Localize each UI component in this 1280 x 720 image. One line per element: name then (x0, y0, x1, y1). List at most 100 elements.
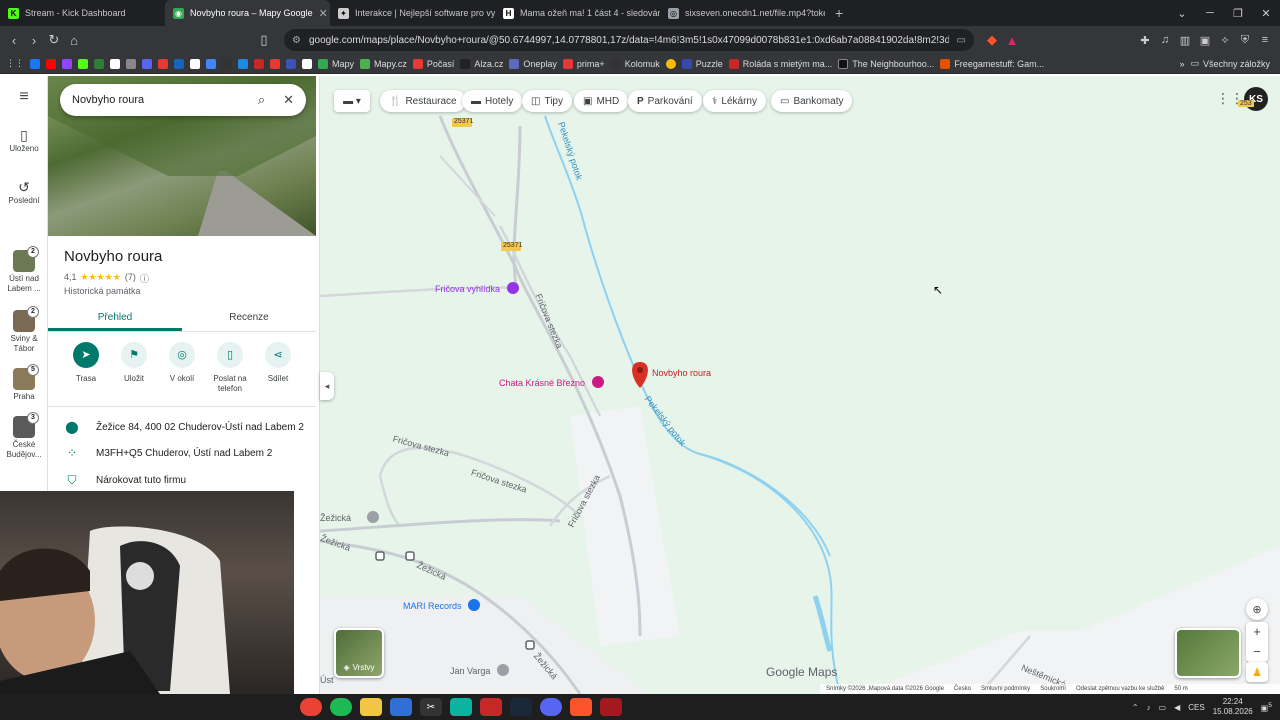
link-terms[interactable]: Smluvní podmínky (981, 686, 1030, 692)
bookmark-icon[interactable] (238, 58, 248, 69)
minimize-icon[interactable]: ─ (1196, 0, 1224, 26)
recent-place-praha[interactable]: 5 Praha (0, 364, 48, 402)
forward-icon[interactable]: › (24, 33, 44, 48)
link-country[interactable]: Česko (954, 686, 971, 692)
bookmark-icon[interactable] (222, 58, 232, 69)
search-input[interactable]: Novbyho roura (72, 94, 144, 106)
tab-overview[interactable]: Přehled (48, 306, 182, 331)
youtube-icon[interactable] (46, 58, 56, 69)
bookmark-icon[interactable] (174, 58, 184, 69)
nearby-button[interactable]: ◎ V okolí (158, 342, 206, 384)
recent-place-budejovice[interactable]: 3 České Budějov... (0, 412, 48, 460)
poi-label-mari[interactable]: MARI Records (403, 601, 462, 611)
map-type-toggle[interactable]: ▬ ▾ (334, 90, 370, 112)
bookmark-kolomuk[interactable]: Kolomuk (610, 58, 660, 69)
app-taskbar-icon[interactable] (600, 698, 622, 716)
media-icon[interactable]: ♫ (1158, 33, 1172, 47)
restore-icon[interactable]: ❐ (1224, 0, 1252, 26)
recent-place-sviny[interactable]: 2 Sviny & Tábor (0, 306, 48, 354)
chart-icon[interactable] (94, 58, 104, 69)
share-button[interactable]: ⋖ Sdílet (254, 342, 302, 384)
new-tab-button[interactable]: + (825, 0, 853, 26)
tab-interakce[interactable]: ✦ Interakce | Nejlepší software pro vyle (330, 0, 495, 26)
map-pin-label[interactable]: Novbyho roura (652, 368, 711, 378)
bookmark-chrome[interactable] (665, 58, 676, 69)
filter-tips[interactable]: ◫ Tipy (522, 90, 572, 112)
explorer-taskbar-icon[interactable] (360, 698, 382, 716)
zoom-in-button[interactable]: + (1246, 622, 1268, 642)
tab-google-maps[interactable]: ◉ Novbyho roura – Mapy Google ✕ (165, 0, 330, 26)
save-button[interactable]: ⚑ Uložit (110, 342, 158, 384)
scale-label[interactable]: 50 m (1174, 686, 1187, 692)
review-count[interactable]: (7) (125, 272, 136, 285)
poi-label-vyhlidka[interactable]: Fričova vyhlídka (435, 284, 500, 294)
bookmark-icon[interactable] (206, 58, 216, 69)
filter-pharmacies[interactable]: ⚕ Lékárny (703, 90, 766, 112)
poi-label-zezicka[interactable]: Žežická (320, 513, 351, 523)
brave-taskbar-icon[interactable] (570, 698, 592, 716)
wallet-icon[interactable]: ▣ (1198, 33, 1212, 47)
pegman-icon[interactable]: ♟ (1246, 662, 1268, 682)
leo-icon[interactable]: ✧ (1218, 33, 1232, 47)
search-icon[interactable]: ⌕ (258, 92, 265, 108)
link-feedback[interactable]: Odeslat zpětnou vazbu ke službě (1076, 686, 1164, 692)
zoom-out-button[interactable]: − (1246, 642, 1268, 662)
saved-button[interactable]: ▯ Uloženo (0, 128, 48, 154)
bookmark-pocasi[interactable]: Počasí (412, 58, 454, 69)
kick-bookmark-icon[interactable] (78, 58, 88, 69)
bookmark-freegamestuff[interactable]: Freegamestuff: Gam... (940, 58, 1044, 69)
plus-code-row[interactable]: ⁘ M3FH+Q5 Chuderov, Ústí nad Labem 2 (48, 440, 316, 466)
bookmark-icon[interactable] (270, 58, 280, 69)
spotify-taskbar-icon[interactable] (330, 698, 352, 716)
back-icon[interactable]: ‹ (4, 33, 24, 48)
sidebar-icon[interactable]: ▥ (1178, 33, 1192, 47)
brave-shield-icon[interactable]: ◆ (982, 32, 1002, 48)
reload-icon[interactable]: ↻ (44, 32, 64, 48)
capcut-taskbar-icon[interactable]: ✂ (420, 698, 442, 716)
filter-transit[interactable]: ▣ MHD (574, 90, 629, 112)
collapse-panel-icon[interactable]: ◂ (320, 372, 334, 400)
url-field[interactable]: ⚙ google.com/maps/place/Novbyho+roura/@5… (284, 29, 974, 51)
all-bookmarks[interactable]: ▭ Všechny záložky (1190, 58, 1280, 69)
app-taskbar-icon[interactable] (480, 698, 502, 716)
vpn-icon[interactable]: ⛨ (1238, 33, 1252, 47)
bookmark-icon[interactable] (302, 58, 312, 69)
close-icon[interactable]: ✕ (283, 92, 294, 108)
place-category[interactable]: Historická památka (64, 286, 141, 296)
discord-taskbar-icon[interactable] (540, 698, 562, 716)
menu-hamburger-icon[interactable]: ≡ (0, 89, 48, 105)
address-row[interactable]: ⬤ Žežice 84, 400 02 Chuderov-Ústí nad La… (48, 414, 316, 440)
bookmark-mapy[interactable]: Mapy (318, 58, 354, 69)
filter-parking[interactable]: P Parkování (628, 90, 702, 112)
info-icon[interactable]: ⓘ (140, 272, 149, 285)
speaker-icon[interactable]: ◀ (1174, 703, 1180, 712)
poi-label-chata[interactable]: Chata Krásné Březno (499, 378, 585, 388)
extensions-icon[interactable]: ✚ (1138, 33, 1152, 47)
menu-icon[interactable]: ≡ (1258, 33, 1272, 47)
brave-rewards-icon[interactable]: ▲ (1002, 33, 1022, 48)
close-tab-icon[interactable]: ✕ (319, 7, 328, 20)
site-info-icon[interactable]: ⚙ (292, 35, 301, 46)
filter-hotels[interactable]: ▬ Hotely (462, 90, 523, 112)
bookmark-alza[interactable]: Alza.cz (460, 58, 503, 69)
bookmark-neighbourhood[interactable]: The Neighbourhoo... (838, 58, 934, 69)
steam-taskbar-icon[interactable] (510, 698, 532, 716)
vscode-taskbar-icon[interactable] (390, 698, 412, 716)
clock[interactable]: 22:24 15.08.2026 (1213, 697, 1253, 717)
bookmark-icon[interactable] (158, 58, 168, 69)
app-taskbar-icon[interactable] (450, 698, 472, 716)
mic-icon[interactable]: ♪ (1147, 703, 1151, 712)
discord-icon[interactable] (142, 58, 152, 69)
home-icon[interactable]: ⌂ (64, 33, 84, 48)
bookmark-icon[interactable] (254, 58, 264, 69)
steam-icon[interactable] (110, 58, 120, 69)
my-location-icon[interactable]: ⊕ (1246, 598, 1268, 620)
chevron-up-icon[interactable]: ⌃ (1132, 703, 1139, 712)
tab-sixseven[interactable]: ◎ sixseven.onecdn1.net/file.mp4?token (660, 0, 825, 26)
chrome-taskbar-icon[interactable] (300, 698, 322, 716)
tab-reviews[interactable]: Recenze (182, 306, 316, 331)
send-to-phone-button[interactable]: ▯ Poslat na telefon (206, 342, 254, 394)
apps-icon[interactable]: ⋮⋮ (6, 58, 24, 69)
close-window-icon[interactable]: ✕ (1252, 0, 1280, 26)
bookmark-icon[interactable] (126, 58, 136, 69)
